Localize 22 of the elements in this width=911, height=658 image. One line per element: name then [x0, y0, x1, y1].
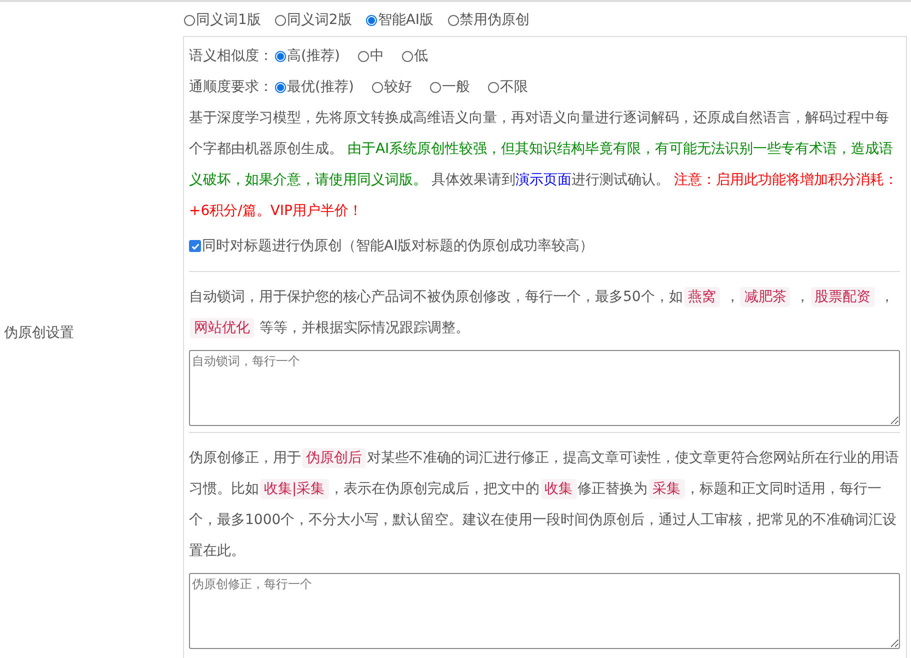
- radio-option[interactable]: 中: [358, 41, 384, 72]
- fluency-label: 通顺度要求：: [189, 78, 273, 97]
- radio-option[interactable]: 智能AI版: [366, 10, 434, 30]
- section-label: 伪原创设置: [4, 324, 74, 342]
- similarity-label: 语义相似度：: [189, 47, 273, 66]
- radio-option[interactable]: 低: [402, 41, 428, 72]
- description-text: 基于深度学习模型，先将原文转换成高维语义向量，再对语义向量进行逐词解码，还原成自然语言，解码过程中每个字都由机器原创生成。 由于AI系统原创性较强，但其知识结构毕竟有限，有可能无法识别一些专有术语，造成语义破坏，如果介意，请使用同义词版。 具体效果请到演示页面进行测试确认。 注意：启用此功能将增加积分消耗：+6积分/篇。VIP用户半价！: [189, 109, 899, 221]
- corrections-field[interactable]: 伪原创修正，每行一个: [189, 573, 900, 649]
- demo-page-link[interactable]: 演示页面: [515, 172, 572, 188]
- radio-option[interactable]: 一般: [430, 72, 470, 103]
- checkmark-icon: [190, 242, 200, 250]
- radio-option[interactable]: 同义词1版: [184, 10, 261, 30]
- radio-option[interactable]: 高(推荐): [275, 41, 340, 72]
- radio-option[interactable]: 最优(推荐): [275, 72, 354, 103]
- title-checkbox[interactable]: 同时对标题进行伪原创（智能AI版对标题的伪原创成功率较高）: [189, 227, 594, 265]
- description-text: 自动锁词，用于保护您的核心产品词不被伪原创修改，每行一个，最多50个，如 燕窝 ， 减肥茶 ， 股票配资 ， 网站优化 等等，并根据实际情况跟踪调整。: [189, 286, 896, 340]
- lock-words-field[interactable]: 自动锁词，每行一个: [189, 350, 900, 426]
- radio-option[interactable]: 禁用伪原创: [448, 10, 530, 30]
- radio-option[interactable]: 不限: [488, 72, 528, 103]
- description-text: 伪原创修正，用于 伪原创后 对某些不准确的词汇进行修正，提高文章可读性，使文章更符合您网站所在行业的用语习惯。比如 收集|采集 ，表示在伪原创完成后，把文中的 收集 修正替换为 采集 ，标题和正文同时适用，每行一个，最多1000个，不分大小写，默认留空。建议在使用一段时间伪原创后，通过人工审核，把常见的不准确词汇设置在此。: [189, 447, 900, 561]
- radio-option[interactable]: 较好: [372, 72, 412, 103]
- radio-option[interactable]: 同义词2版: [274, 10, 352, 30]
